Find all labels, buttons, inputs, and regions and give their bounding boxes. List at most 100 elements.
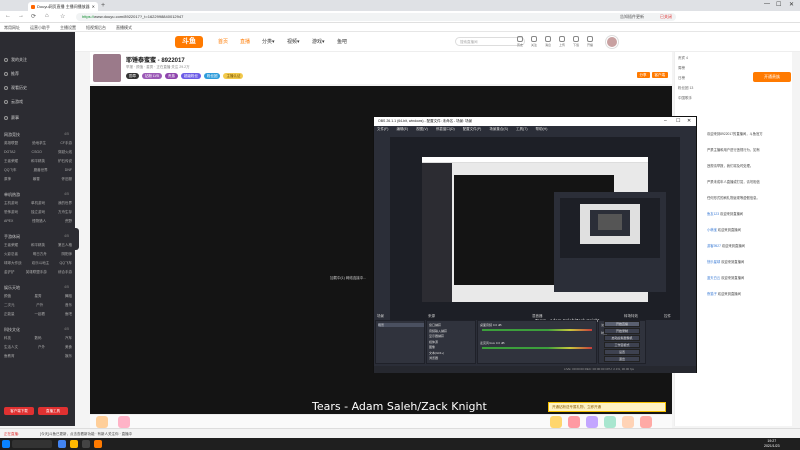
live-tool-button[interactable]: 直播工具 — [38, 407, 68, 415]
chat-username[interactable]: 快乐星球 — [707, 260, 720, 264]
sidebar-section-title[interactable]: 手游休闲 — [4, 234, 20, 240]
obs-app-icon[interactable] — [82, 440, 90, 448]
close-window-button[interactable]: ✕ — [789, 1, 794, 8]
mixer-desktop-meter[interactable] — [482, 329, 592, 331]
obs-control-button[interactable]: 启动虚拟摄像机 — [604, 335, 640, 341]
sidebar-category-link[interactable]: 生活人文 — [4, 345, 18, 350]
sidebar-category-link[interactable]: 火影忍者 — [4, 252, 18, 257]
explorer-app-icon[interactable] — [70, 440, 78, 448]
sidebar-collapse-handle[interactable] — [75, 228, 79, 250]
bookmark-item[interactable]: 主播设置 — [60, 23, 76, 31]
gift-icon[interactable] — [96, 416, 108, 428]
source-item[interactable]: 浏览器 — [429, 356, 438, 360]
obs-menu-item[interactable]: 编辑(E) — [396, 126, 408, 133]
gift-icon[interactable] — [604, 416, 616, 428]
obs-maximize-button[interactable]: ☐ — [676, 117, 680, 126]
forward-icon[interactable]: → — [18, 13, 24, 19]
sidebar-item-history[interactable]: 观看历史 — [4, 84, 27, 91]
sidebar-category-link[interactable]: 金铲铲 — [4, 270, 15, 275]
source-item[interactable]: 文本(GDI+) — [429, 351, 444, 355]
sidebar-section-title[interactable]: 单机热游 — [4, 192, 20, 198]
nav-live[interactable]: 直播 — [240, 38, 250, 45]
mixer-mic-meter[interactable] — [482, 347, 592, 349]
sidebar-category-link[interactable]: 星秀 — [35, 294, 42, 299]
obs-control-button[interactable]: 工作室模式 — [604, 342, 640, 348]
obs-window[interactable]: OBS 26.1.1 (64-bit, windows) - 配置文件: 未命名… — [373, 116, 697, 373]
gift-icon[interactable] — [568, 416, 580, 428]
sidebar-category-link[interactable]: 户外 — [38, 345, 45, 350]
sidebar-category-link[interactable]: 我的世界 — [58, 201, 72, 206]
sidebar-item-follow[interactable]: 我的关注 — [4, 56, 27, 63]
sidebar-category-link[interactable]: 颜值 — [4, 294, 11, 299]
chat-username[interactable]: 夜猫子 — [707, 292, 717, 296]
rank-row[interactable]: 粉丝团 13 — [678, 86, 693, 91]
sidebar-category-link[interactable]: 英雄联盟 — [4, 141, 18, 146]
sidebar-category-link[interactable]: 暴雪 — [33, 177, 40, 182]
sidebar-section-title[interactable]: 科技文化 — [4, 327, 20, 333]
sidebar-category-link[interactable]: 户外 — [36, 303, 43, 308]
rank-row[interactable]: 贵宾 4 — [678, 56, 688, 61]
sidebar-category-link[interactable]: 王者荣耀 — [4, 159, 18, 164]
rank-row[interactable]: 日榜 — [678, 76, 685, 81]
douyu-logo[interactable]: 斗鱼 — [175, 36, 203, 48]
chat-username[interactable]: 游客9527 — [707, 244, 721, 248]
sidebar-category-link[interactable]: 明日方舟 — [33, 252, 47, 257]
address-bar[interactable]: https://www.douyu.com/8922017?_t=1622998… — [76, 13, 676, 21]
badge[interactable]: 钻粉 LV5 — [142, 73, 162, 79]
badge[interactable]: 勋章 — [126, 73, 139, 79]
taskbar-clock[interactable]: 19:27 2021/1/23 — [764, 439, 780, 449]
obs-minimize-button[interactable]: – — [664, 117, 667, 126]
minimize-button[interactable]: — — [764, 1, 770, 7]
upload-icon[interactable]: 上传 — [557, 36, 567, 47]
client-download-button[interactable]: 客户端下载 — [4, 407, 34, 415]
sidebar-category-link[interactable]: 鱼教育 — [4, 354, 15, 359]
back-icon[interactable]: ← — [5, 13, 11, 19]
obs-menu-item[interactable]: 场景集合(S) — [489, 126, 508, 133]
sidebar-category-link[interactable]: 主机游戏 — [4, 201, 18, 206]
browser-app-icon[interactable] — [58, 440, 66, 448]
sidebar-section-title[interactable]: 网游竞技 — [4, 132, 20, 138]
sidebar-category-link[interactable]: 穿越火线 — [58, 150, 72, 155]
sidebar-category-link[interactable]: 荒野 — [65, 219, 72, 224]
bookmark-item[interactable]: 运营小助手 — [30, 23, 50, 31]
sidebar-category-link[interactable]: CF手游 — [60, 141, 72, 146]
sidebar-category-link[interactable]: 科技 — [4, 336, 11, 341]
sidebar-category-link[interactable]: 单机游戏 — [31, 201, 45, 206]
bookmark-item[interactable]: 常用网址 — [4, 23, 20, 31]
nav-video[interactable]: 视频▾ — [287, 38, 300, 45]
sidebar-category-link[interactable]: 欢乐斗地主 — [32, 261, 50, 266]
sidebar-category-link[interactable]: DNF — [65, 168, 72, 173]
sidebar-item-esports[interactable]: 赛事 — [4, 114, 19, 121]
sidebar-category-link[interactable]: 怀旧服 — [62, 177, 73, 182]
message-icon[interactable]: 消息 — [543, 36, 553, 47]
sidebar-item-cloud-game[interactable]: 云游戏 — [4, 98, 23, 105]
source-item[interactable]: 显示器捕获 — [429, 334, 444, 338]
obs-menu-item[interactable]: 配置文件(P) — [463, 126, 482, 133]
sidebar-category-link[interactable]: 恐怖游戏 — [4, 210, 18, 215]
sidebar-category-link[interactable]: 怪物猎人 — [32, 219, 46, 224]
open-noble-button[interactable]: 开通贵族 — [753, 72, 791, 82]
sidebar-category-link[interactable]: 音乐 — [65, 303, 72, 308]
badge[interactable]: 粉丝团 — [203, 73, 221, 79]
gift-icon[interactable] — [118, 416, 130, 428]
rank-row[interactable]: 周榜 — [678, 66, 685, 71]
gift-icon[interactable] — [550, 416, 562, 428]
nav-category[interactable]: 分类▾ — [262, 38, 275, 45]
sidebar-category-link[interactable]: 独立游戏 — [31, 210, 45, 215]
source-item[interactable]: 音频输入捕获 — [429, 329, 447, 333]
gift-icon[interactable] — [586, 416, 598, 428]
extension-notice[interactable]: 告知插件更新 — [620, 13, 644, 21]
chat-username[interactable]: 鱼友123 — [707, 212, 719, 216]
sidebar-category-link[interactable]: 娱乐 — [65, 354, 72, 359]
sidebar-category-link[interactable]: 数码 — [35, 336, 42, 341]
sidebar-item-recommend[interactable]: 推荐 — [4, 70, 19, 77]
sidebar-category-link[interactable]: 阴阳师 — [62, 252, 73, 257]
sidebar-category-link[interactable]: 综合手游 — [58, 270, 72, 275]
app-icon[interactable]: 下载 — [571, 36, 581, 47]
douyu-app-icon[interactable] — [94, 440, 102, 448]
sidebar-category-link[interactable]: 方舟生存 — [58, 210, 72, 215]
tab-close-icon[interactable]: ✕ — [92, 4, 95, 9]
obs-menu-item[interactable]: 文件(F) — [377, 126, 388, 133]
obs-control-button[interactable]: 开始直播 — [604, 321, 640, 327]
sidebar-category-link[interactable]: 二次元 — [4, 303, 15, 308]
